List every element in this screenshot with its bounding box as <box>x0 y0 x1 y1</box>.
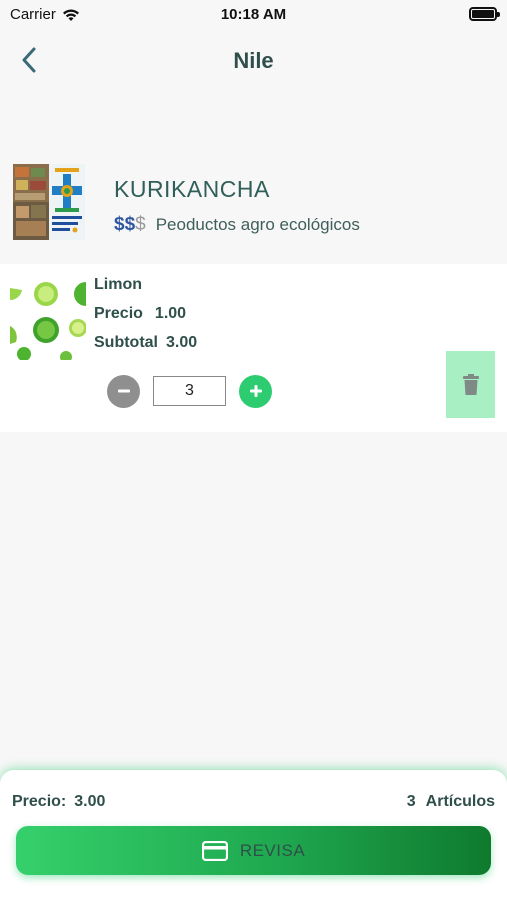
quantity-input[interactable] <box>153 376 226 406</box>
status-bar: Carrier 10:18 AM <box>0 0 507 30</box>
product-name: Limon <box>94 276 142 293</box>
total-price-label: Precio: <box>12 793 67 810</box>
plus-icon <box>249 385 262 397</box>
subtotal-label: Subtotal <box>94 334 158 351</box>
trash-icon <box>462 373 479 395</box>
order-summary-panel: Precio: 3.00 3 Artículos REVISA <box>0 770 507 900</box>
store-header: KURIKANCHA $$$ Peoductos agro ecológicos <box>0 162 507 242</box>
items-count-label: Artículos <box>425 793 495 810</box>
delete-item-button[interactable] <box>446 351 495 418</box>
navigation-bar: Nile <box>0 38 507 82</box>
product-image <box>10 278 86 360</box>
price-level: $$$ <box>114 214 146 236</box>
product-subtotal: Subtotal 3.00 <box>94 334 197 352</box>
store-description: Peoductos agro ecológicos <box>155 215 360 234</box>
store-logo <box>13 164 85 240</box>
page-title: Nile <box>233 48 274 73</box>
checkout-button[interactable]: REVISA <box>16 826 491 875</box>
price-level-active: $$ <box>114 214 136 235</box>
minus-icon <box>117 389 130 393</box>
battery-icon <box>469 7 500 21</box>
cart-item: Limon Precio 1.00 Subtotal 3.00 <box>0 264 507 432</box>
store-subtitle: $$$ Peoductos agro ecológicos <box>114 214 360 236</box>
quantity-stepper <box>107 374 272 408</box>
checkout-label: REVISA <box>239 840 306 860</box>
price-level-inactive: $ <box>135 214 146 235</box>
price-value: 1.00 <box>154 305 187 322</box>
total-price: Precio: 3.00 <box>12 793 105 811</box>
items-count: 3 Artículos <box>407 793 495 811</box>
store-name: KURIKANCHA <box>114 176 270 202</box>
price-label: Precio <box>94 305 143 322</box>
increase-quantity-button[interactable] <box>239 374 272 408</box>
items-count-value: 3 <box>406 793 416 810</box>
clock: 10:18 AM <box>220 6 287 23</box>
credit-card-icon <box>201 840 228 861</box>
total-price-value: 3.00 <box>74 793 106 810</box>
product-price: Precio 1.00 <box>94 305 186 323</box>
subtotal-value: 3.00 <box>166 334 198 351</box>
decrease-quantity-button[interactable] <box>107 374 140 408</box>
